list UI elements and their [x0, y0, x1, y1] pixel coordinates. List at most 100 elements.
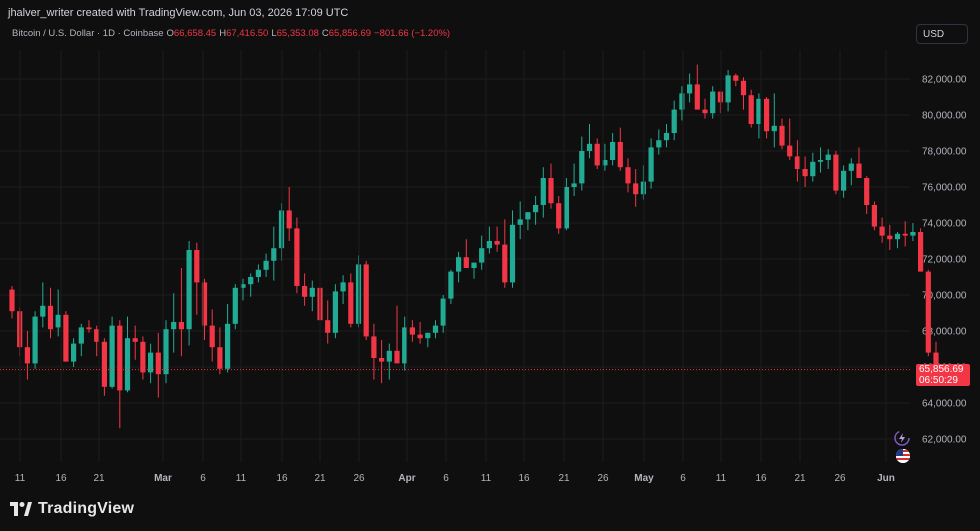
tradingview-logo[interactable]: TradingView: [10, 500, 134, 518]
close-value: 65,856.69: [328, 28, 372, 39]
candle-body: [371, 336, 377, 358]
candle-body: [556, 203, 562, 229]
candle-body: [594, 143, 600, 166]
candle-body: [902, 233, 908, 236]
candle-body: [925, 271, 931, 353]
candle-body: [702, 109, 708, 114]
candle-body: [871, 205, 877, 227]
x-tick-label: 6: [443, 473, 449, 484]
candle-body: [379, 358, 385, 362]
candle-body: [533, 205, 539, 213]
candle-body: [178, 322, 184, 330]
candle-body: [463, 257, 469, 268]
candle-body: [802, 169, 808, 177]
x-tick-label: 11: [481, 473, 492, 484]
x-tick-label: 26: [597, 473, 609, 484]
x-tick-label: 26: [353, 473, 365, 484]
y-tick-label: 78,000.00: [922, 147, 967, 158]
candle-body: [771, 125, 777, 132]
candle-body: [194, 250, 200, 283]
candle-body: [325, 320, 331, 333]
candle-body: [841, 170, 847, 191]
candle-body: [548, 178, 554, 204]
open-label: O: [166, 28, 174, 39]
x-tick-label: 16: [55, 473, 67, 484]
brand-name: TradingView: [38, 500, 135, 517]
currency-button[interactable]: USD: [916, 24, 968, 44]
x-tick-label: Mar: [154, 473, 172, 484]
candle-body: [171, 322, 177, 330]
candle-body: [40, 305, 46, 317]
candle-body: [748, 95, 754, 124]
candle-body: [625, 167, 631, 184]
candle-body: [502, 244, 508, 283]
candle-body: [386, 350, 392, 362]
lightning-icon[interactable]: [894, 430, 910, 446]
candle-body: [918, 232, 924, 272]
candle-body: [563, 187, 569, 229]
candle-body: [302, 286, 308, 297]
candle-body: [409, 327, 415, 335]
x-tick-label: 16: [518, 473, 530, 484]
candle-body: [833, 154, 839, 191]
x-tick-label: 21: [558, 473, 570, 484]
candle-body: [132, 338, 138, 342]
us-flag-icon[interactable]: [896, 449, 910, 463]
candle-body: [417, 334, 423, 339]
candle-body: [579, 151, 585, 184]
chart-attribution: jhalver_writer created with TradingView.…: [8, 7, 349, 19]
candle-body: [794, 156, 800, 169]
y-tick-label: 80,000.00: [922, 111, 967, 122]
candle-body: [225, 323, 231, 369]
x-tick-label: 11: [716, 473, 727, 484]
candle-body: [671, 109, 677, 133]
last-price-value: 65,856.69: [919, 363, 964, 375]
candle-body: [725, 75, 731, 103]
candle-body: [155, 352, 161, 375]
candle-body: [394, 350, 400, 364]
candle-body: [186, 250, 192, 330]
candle-body: [163, 329, 169, 375]
candle-body: [779, 125, 785, 146]
price-chart[interactable]: 82,000.00 80,000.00 78,000.00 76,000.00 74,0…: [0, 0, 980, 490]
candle-body: [71, 343, 77, 362]
tradingview-logo-icon: [10, 502, 32, 516]
y-tick-label: 62,000.00: [922, 435, 967, 446]
candle-body: [887, 235, 893, 240]
candle-body: [32, 316, 38, 364]
x-tick-label: 6: [680, 473, 686, 484]
candle-body: [55, 314, 61, 328]
candle-body: [787, 145, 793, 157]
ohlc-legend: Bitcoin / U.S. Dollar · 1D · Coinbase O6…: [12, 28, 450, 39]
candle-body: [86, 327, 92, 330]
y-tick-label: 82,000.00: [922, 75, 967, 86]
x-tick-label: 21: [314, 473, 326, 484]
candle-body: [810, 161, 816, 177]
candle-body: [586, 143, 593, 151]
candle-body: [117, 325, 123, 391]
candle-body: [633, 183, 639, 195]
candle-body: [47, 305, 54, 330]
candle-body: [263, 260, 269, 270]
candle-body: [540, 178, 546, 205]
candle-body: [617, 142, 623, 168]
candle-body: [710, 91, 716, 114]
candle-body: [864, 178, 870, 205]
candle-body: [717, 91, 723, 103]
candle-body: [571, 183, 577, 187]
candle-body: [825, 154, 831, 160]
candle-body: [694, 84, 700, 110]
candle-body: [648, 147, 654, 182]
candle-body: [440, 298, 446, 326]
candle-body: [232, 287, 238, 324]
candle-body: [525, 212, 531, 220]
high-value: 67,416.50: [226, 28, 269, 39]
candle-body: [217, 347, 223, 369]
candle-body: [764, 98, 770, 132]
x-tick-label: 11: [236, 473, 247, 484]
candle-body: [471, 262, 477, 268]
change-value: −801.66 (−1.20%): [374, 28, 451, 39]
candle-body: [294, 228, 300, 286]
candle-body: [910, 232, 916, 236]
candle-body: [9, 289, 15, 312]
